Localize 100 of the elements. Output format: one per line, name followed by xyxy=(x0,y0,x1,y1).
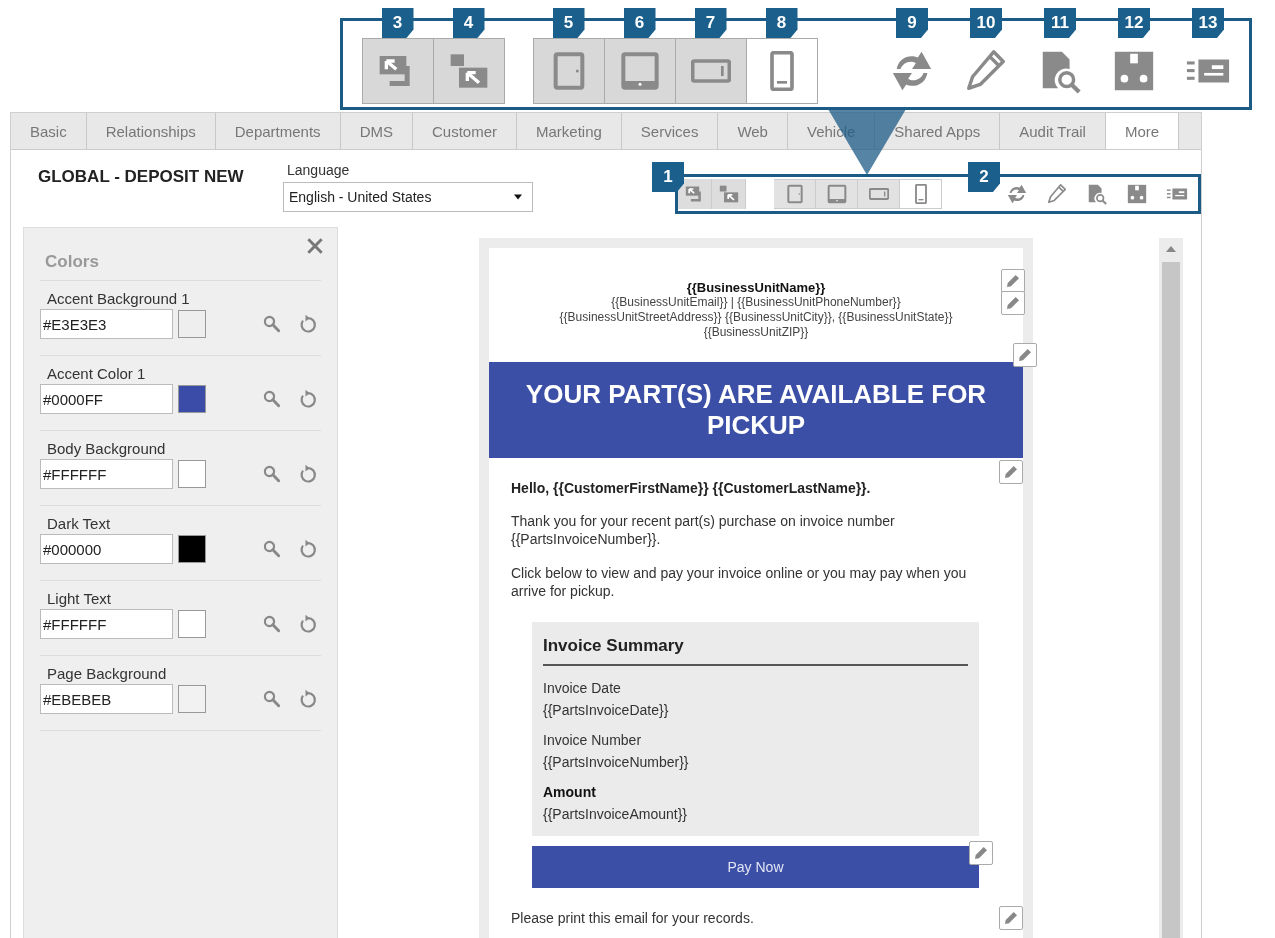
paragraph: Thank you for your recent part(s) purchase on invoice number {{PartsInvoiceNumber}}. xyxy=(511,512,896,548)
field-label: Page Background xyxy=(47,665,168,682)
email-banner: YOUR PART(S) ARE AVAILABLE FOR PICKUP xyxy=(489,362,1023,458)
callout-number: 5 xyxy=(552,8,585,38)
view-button[interactable] xyxy=(362,38,434,104)
search-icon[interactable] xyxy=(262,539,282,559)
color-field[interactable]: #FFFFFF xyxy=(40,609,173,639)
callout-number: 6 xyxy=(623,8,656,38)
search-icon[interactable] xyxy=(262,314,282,334)
tablet-icon xyxy=(826,184,847,204)
device-button[interactable] xyxy=(774,179,816,209)
callout-number: 11 xyxy=(1044,8,1076,38)
device-button[interactable] xyxy=(816,179,858,209)
edit-button[interactable] xyxy=(1001,269,1025,293)
footer-text: Please print this email for your records. xyxy=(511,910,755,926)
view-button[interactable] xyxy=(433,38,505,104)
color-swatch[interactable] xyxy=(178,535,206,563)
pencil-icon xyxy=(1003,464,1019,480)
language-label: Language xyxy=(287,162,351,178)
edit-button[interactable] xyxy=(999,906,1023,930)
invoice-label: Invoice Date xyxy=(543,680,621,696)
reset-icon[interactable] xyxy=(298,689,318,709)
invoice-value: {{PartsInvoiceDate}} xyxy=(543,702,670,718)
tablet-icon xyxy=(620,51,660,91)
device-button[interactable] xyxy=(746,38,818,104)
color-field[interactable]: #FFFFFF xyxy=(40,459,173,489)
tablet-icon xyxy=(784,184,805,204)
callout-number: 2 xyxy=(968,162,1000,192)
expand-icon xyxy=(449,51,489,91)
callout-number: 3 xyxy=(381,8,414,38)
search-icon[interactable] xyxy=(262,614,282,634)
device-button[interactable] xyxy=(533,38,605,104)
business-info: {{BusinessUnitStreetAddress}} {{BusinessUnitCity}}, {{BusinessUnitState}} xyxy=(559,310,953,325)
color-swatch[interactable] xyxy=(178,685,206,713)
color-swatch[interactable] xyxy=(178,460,206,488)
color-swatch[interactable] xyxy=(178,610,206,638)
device-button[interactable] xyxy=(858,179,900,209)
callout-number: 4 xyxy=(452,8,485,38)
reset-icon[interactable] xyxy=(298,464,318,484)
business-name: {{BusinessUnitName}} xyxy=(686,280,826,295)
caret-icon xyxy=(514,194,522,200)
pencil-icon xyxy=(1017,347,1033,363)
greeting: Hello, {{CustomerFirstName}} {{CustomerLastName}}. xyxy=(511,480,872,496)
field-label: Accent Background 1 xyxy=(47,290,191,307)
scrollbar[interactable] xyxy=(1159,238,1183,938)
callout-number: 12 xyxy=(1118,8,1150,38)
pencil-icon xyxy=(1005,295,1021,311)
edit-button[interactable] xyxy=(1013,343,1037,367)
close-icon[interactable] xyxy=(305,236,325,256)
pencil-icon xyxy=(973,845,989,861)
color-field[interactable]: #EBEBEB xyxy=(40,684,173,714)
field-label: Accent Color 1 xyxy=(47,365,147,382)
pay-now-button[interactable]: Pay Now xyxy=(532,846,979,888)
pencil-icon xyxy=(1003,910,1019,926)
panel-title: Colors xyxy=(45,252,100,272)
color-swatch[interactable] xyxy=(178,310,206,338)
reset-icon[interactable] xyxy=(298,614,318,634)
reset-icon[interactable] xyxy=(298,389,318,409)
callout-number: 10 xyxy=(970,8,1002,38)
pencil-icon xyxy=(1005,273,1021,289)
pencil-icon xyxy=(1046,183,1068,205)
color-field[interactable]: #0000FF xyxy=(40,384,173,414)
callout-number: 7 xyxy=(694,8,727,38)
template-title: GLOBAL - DEPOSIT NEW xyxy=(38,167,245,187)
invoice-value: {{PartsInvoiceAmount}} xyxy=(543,806,688,822)
search-icon[interactable] xyxy=(262,464,282,484)
search-icon[interactable] xyxy=(262,389,282,409)
field-label: Body Background xyxy=(47,440,167,457)
scroll-up-icon[interactable] xyxy=(1166,246,1176,252)
invoice-label: Amount xyxy=(543,784,596,800)
reset-icon[interactable] xyxy=(298,539,318,559)
search-icon[interactable] xyxy=(262,689,282,709)
expand-icon xyxy=(718,184,739,204)
callout-number: 8 xyxy=(765,8,798,38)
tab[interactable]: More xyxy=(1105,113,1180,149)
color-field[interactable]: #000000 xyxy=(40,534,173,564)
callout-number: 9 xyxy=(896,8,928,38)
callout-number: 1 xyxy=(652,162,684,192)
view-button[interactable] xyxy=(712,179,746,209)
device-button[interactable] xyxy=(604,38,676,104)
business-info: {{BusinessUnitZIP}} xyxy=(703,325,809,340)
edit-button[interactable] xyxy=(1001,291,1025,315)
reset-icon[interactable] xyxy=(298,314,318,334)
edit-button[interactable] xyxy=(999,460,1023,484)
document-search-icon xyxy=(1086,183,1108,205)
language-select[interactable]: English - United States xyxy=(283,182,533,212)
view-button[interactable] xyxy=(678,179,712,209)
invoice-label: Invoice Number xyxy=(543,732,642,748)
paragraph: Click below to view and pay your invoice online or you may pay when you arrive for pickup. xyxy=(511,564,968,600)
callout-number: 13 xyxy=(1192,8,1224,38)
invoice-title: Invoice Summary xyxy=(543,636,968,666)
device-button[interactable] xyxy=(675,38,747,104)
color-field[interactable]: #E3E3E3 xyxy=(40,309,173,339)
color-swatch[interactable] xyxy=(178,385,206,413)
device-button[interactable] xyxy=(900,179,942,209)
edit-button[interactable] xyxy=(969,841,993,865)
invoice-value: {{PartsInvoiceNumber}} xyxy=(543,754,690,770)
refresh-icon xyxy=(1006,183,1028,205)
field-label: Light Text xyxy=(47,590,112,607)
business-info: {{BusinessUnitEmail}} | {{BusinessUnitPhoneNumber}} xyxy=(611,295,901,310)
